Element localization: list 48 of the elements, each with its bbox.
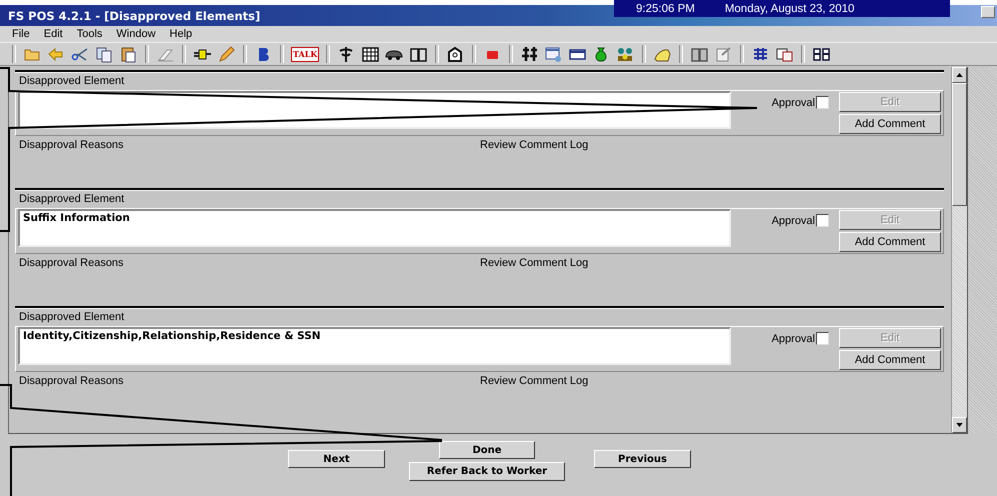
- talk-button[interactable]: TALK: [291, 46, 320, 62]
- field-value: Identity,Citizenship,Relationship,Residence & SSN: [23, 330, 321, 342]
- approval-checkbox[interactable]: [816, 214, 829, 227]
- up-arrow-icon: [956, 73, 963, 77]
- checkbox-label: Approval: [772, 214, 815, 226]
- menu-item[interactable]: Help: [170, 28, 192, 40]
- previous-button[interactable]: Previous: [594, 450, 691, 468]
- field-label: Review Comment Log: [480, 139, 588, 151]
- add-comment-button[interactable]: Add Comment: [839, 350, 941, 370]
- window-title: FS POS 4.2.1 - [Disapproved Elements]: [8, 8, 260, 22]
- clock-date: Monday, August 23, 2010: [724, 2, 854, 14]
- add-comment-button[interactable]: Add Comment: [839, 114, 941, 134]
- down-arrow-icon: [956, 423, 963, 427]
- checkbox-label: Approval: [772, 96, 815, 108]
- field-value: Suffix Information: [23, 212, 130, 224]
- next-button[interactable]: Next: [288, 450, 385, 468]
- clipboard-icon[interactable]: [714, 44, 734, 64]
- approval-checkbox[interactable]: [816, 332, 829, 345]
- field-label: Review Comment Log: [480, 257, 588, 269]
- scroll-up-button[interactable]: [952, 67, 967, 83]
- approval-checkbox[interactable]: [816, 96, 829, 109]
- vertical-scrollbar[interactable]: [951, 67, 968, 433]
- field-label: Disapproval Reasons: [19, 257, 125, 269]
- field-label: Review Comment Log: [480, 375, 588, 387]
- checkbox-label: Approval: [772, 332, 815, 344]
- menu-item[interactable]: File: [12, 28, 30, 40]
- scroll-down-button[interactable]: [952, 417, 967, 433]
- clock-time: 9:25:06 PM: [636, 2, 695, 14]
- pencil-icon[interactable]: [217, 44, 236, 64]
- paste-icon[interactable]: [119, 44, 138, 64]
- scroll-thumb[interactable]: [952, 83, 967, 206]
- menu-item[interactable]: Edit: [44, 28, 63, 40]
- field-label: Disapproval Reasons: [19, 375, 125, 387]
- field-label: Disapproval Reasons: [19, 139, 125, 151]
- add-comment-button[interactable]: Add Comment: [839, 232, 941, 252]
- menu-item[interactable]: Tools: [76, 28, 102, 40]
- copy-icon[interactable]: [95, 44, 114, 64]
- calendar-icon[interactable]: [361, 44, 380, 64]
- minimize-button[interactable]: [981, 6, 995, 18]
- done-button[interactable]: Done: [439, 441, 535, 459]
- field-label: Disapproved Element: [19, 311, 124, 324]
- element-field[interactable]: Identity,Citizenship,Relationship,Residence & SSN: [18, 327, 731, 365]
- refer-back-button[interactable]: Refer Back to Worker: [409, 462, 565, 481]
- window-icon[interactable]: [544, 44, 564, 64]
- menu-item[interactable]: Window: [116, 28, 156, 40]
- field-label: Disapproved Element: [19, 193, 124, 206]
- element-field[interactable]: Suffix Information: [18, 209, 731, 247]
- field-label: Disapproved Element: [19, 75, 124, 88]
